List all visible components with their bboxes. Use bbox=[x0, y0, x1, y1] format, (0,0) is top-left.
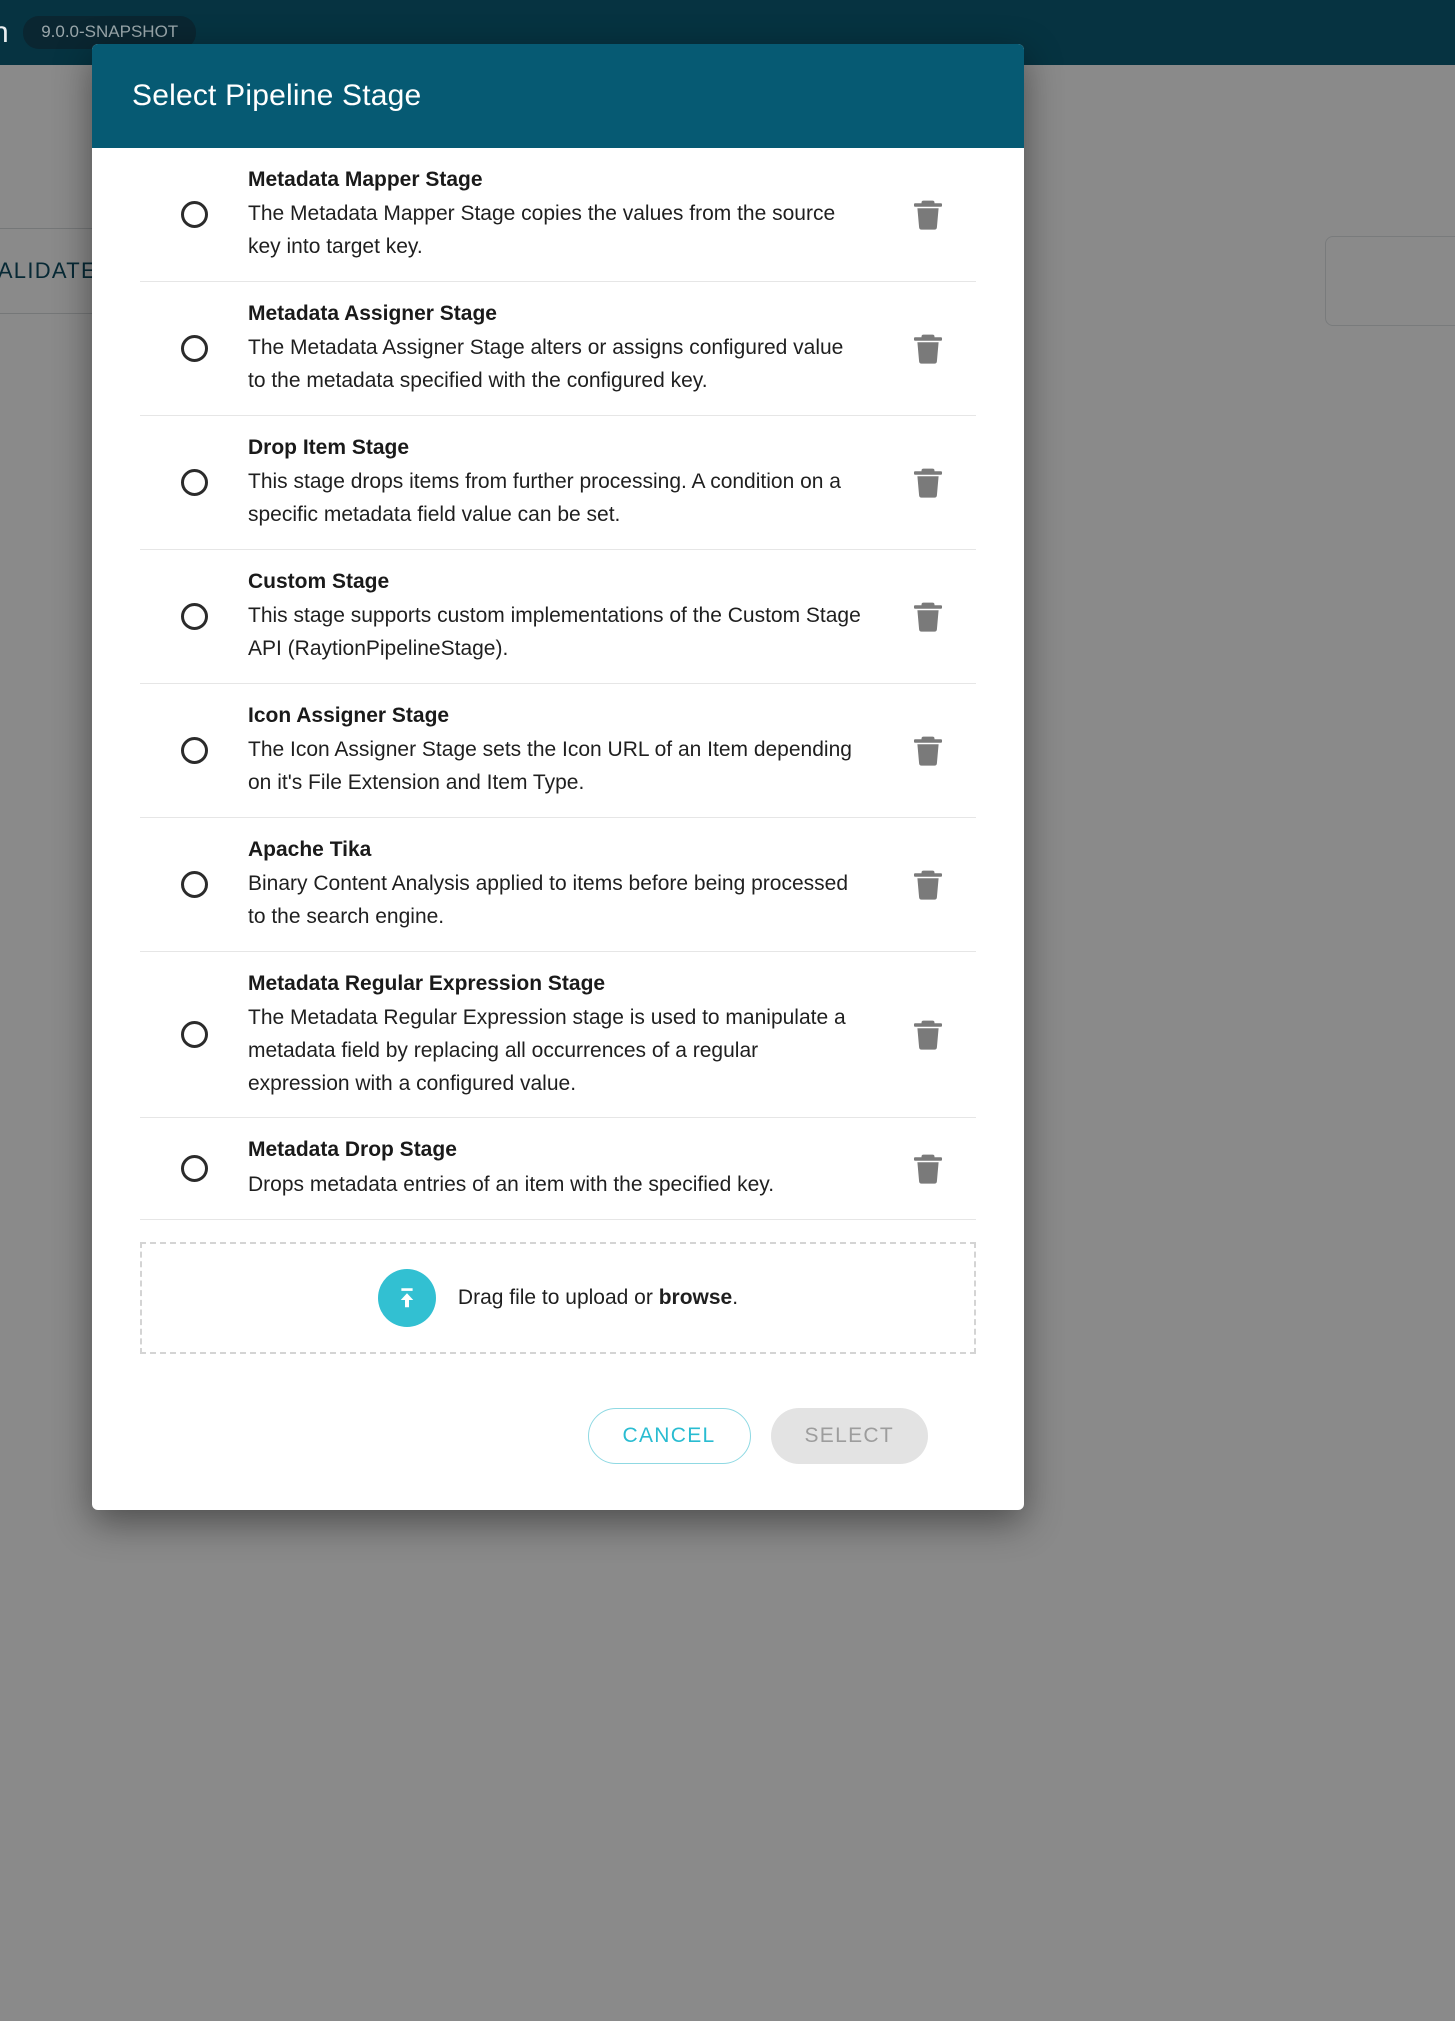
radio-metadata-mapper-stage[interactable] bbox=[180, 200, 208, 228]
stage-text-cell: Icon Assigner Stage The Icon Assigner Sta… bbox=[248, 701, 880, 800]
delete-apache-tika[interactable] bbox=[880, 868, 976, 901]
pipeline-stage-list: Metadata Mapper Stage The Metadata Mapper… bbox=[92, 148, 1024, 1220]
upload-arrow-icon bbox=[377, 1268, 436, 1327]
delete-metadata-drop-stage[interactable] bbox=[880, 1152, 976, 1185]
stage-title: Icon Assigner Stage bbox=[248, 703, 450, 727]
delete-drop-item-stage[interactable] bbox=[880, 466, 976, 499]
trash-icon bbox=[914, 1154, 942, 1184]
dialog-title: Select Pipeline Stage bbox=[132, 79, 422, 112]
stage-title: Apache Tika bbox=[248, 837, 372, 861]
radio-metadata-drop-stage[interactable] bbox=[180, 1154, 208, 1182]
dialog-body: Metadata Mapper Stage The Metadata Mapper… bbox=[92, 148, 1024, 1370]
stage-title: Metadata Regular Expression Stage bbox=[248, 971, 606, 995]
radio-cell[interactable] bbox=[140, 736, 248, 764]
stage-row[interactable]: Metadata Assigner Stage The Metadata Assi… bbox=[140, 282, 976, 416]
radio-drop-item-stage[interactable] bbox=[180, 468, 208, 496]
trash-icon bbox=[914, 736, 942, 766]
delete-custom-stage[interactable] bbox=[880, 600, 976, 633]
radio-cell[interactable] bbox=[140, 870, 248, 898]
select-pipeline-stage-dialog: Select Pipeline Stage Metadata Mapper St… bbox=[92, 44, 1024, 1510]
stage-text-cell: Drop Item Stage This stage drops items fr… bbox=[248, 433, 880, 532]
cancel-button[interactable]: CANCEL bbox=[587, 1408, 751, 1464]
stage-description: The Metadata Mapper Stage copies the val… bbox=[248, 202, 836, 259]
dialog-footer: CANCEL SELECT bbox=[92, 1370, 1024, 1510]
dropzone-browse-link[interactable]: browse bbox=[659, 1286, 733, 1309]
file-dropzone[interactable]: Drag file to upload or browse. bbox=[140, 1241, 976, 1354]
brand-logo-text: n bbox=[0, 15, 10, 49]
trash-icon bbox=[914, 1020, 942, 1050]
stage-text-cell: Metadata Assigner Stage The Metadata Assi… bbox=[248, 299, 880, 398]
dropzone-label: Drag file to upload or browse. bbox=[458, 1286, 738, 1310]
delete-icon-assigner-stage[interactable] bbox=[880, 734, 976, 767]
stage-row[interactable]: Metadata Mapper Stage The Metadata Mapper… bbox=[140, 148, 976, 282]
stage-text-cell: Custom Stage This stage supports custom i… bbox=[248, 567, 880, 666]
radio-custom-stage[interactable] bbox=[180, 602, 208, 630]
dialog-header: Select Pipeline Stage bbox=[92, 44, 1024, 148]
radio-cell[interactable] bbox=[140, 468, 248, 496]
stage-row[interactable]: Drop Item Stage This stage drops items fr… bbox=[140, 416, 976, 550]
radio-cell[interactable] bbox=[140, 602, 248, 630]
radio-cell[interactable] bbox=[140, 1154, 248, 1182]
stage-title: Metadata Drop Stage bbox=[248, 1138, 457, 1162]
stage-text-cell: Metadata Mapper Stage The Metadata Mapper… bbox=[248, 165, 880, 264]
radio-metadata-assigner-stage[interactable] bbox=[180, 334, 208, 362]
stage-description: The Icon Assigner Stage sets the Icon UR… bbox=[248, 738, 852, 794]
trash-icon bbox=[914, 468, 942, 498]
stage-description: The Metadata Regular Expression stage is… bbox=[248, 1006, 846, 1095]
select-button[interactable]: SELECT bbox=[770, 1408, 928, 1464]
radio-cell[interactable] bbox=[140, 200, 248, 228]
dropzone-text-before: Drag file to upload or bbox=[457, 1285, 659, 1309]
stage-text-cell: Apache Tika Binary Content Analysis appli… bbox=[248, 835, 880, 934]
radio-metadata-regular-expression-stage[interactable] bbox=[180, 1020, 208, 1048]
stage-row[interactable]: Custom Stage This stage supports custom i… bbox=[140, 550, 976, 684]
stage-row[interactable]: Metadata Regular Expression Stage The Met… bbox=[140, 952, 976, 1119]
delete-metadata-regular-expression-stage[interactable] bbox=[880, 1018, 976, 1051]
radio-cell[interactable] bbox=[140, 334, 248, 362]
radio-icon-assigner-stage[interactable] bbox=[180, 736, 208, 764]
trash-icon bbox=[914, 334, 942, 364]
trash-icon bbox=[914, 602, 942, 632]
stage-title: Metadata Mapper Stage bbox=[248, 168, 483, 191]
stage-description: Drops metadata entries of an item with t… bbox=[248, 1172, 775, 1196]
delete-metadata-assigner-stage[interactable] bbox=[880, 332, 976, 365]
stage-title: Custom Stage bbox=[248, 569, 390, 593]
dropzone-text-after: . bbox=[732, 1285, 739, 1309]
dropzone-wrapper: Drag file to upload or browse. bbox=[92, 1220, 1024, 1354]
stage-row[interactable]: Apache Tika Binary Content Analysis appli… bbox=[140, 818, 976, 952]
stage-row[interactable]: Metadata Drop Stage Drops metadata entrie… bbox=[140, 1118, 976, 1220]
stage-text-cell: Metadata Regular Expression Stage The Met… bbox=[248, 969, 880, 1101]
radio-apache-tika[interactable] bbox=[180, 870, 208, 898]
stage-title: Drop Item Stage bbox=[248, 435, 410, 459]
trash-icon bbox=[914, 200, 942, 230]
radio-cell[interactable] bbox=[140, 1020, 248, 1048]
stage-description: This stage supports custom implementatio… bbox=[248, 604, 861, 660]
stage-text-cell: Metadata Drop Stage Drops metadata entrie… bbox=[248, 1135, 880, 1201]
delete-metadata-mapper-stage[interactable] bbox=[880, 198, 976, 231]
trash-icon bbox=[914, 870, 942, 900]
stage-row[interactable]: Icon Assigner Stage The Icon Assigner Sta… bbox=[140, 684, 976, 818]
stage-description: Binary Content Analysis applied to items… bbox=[248, 872, 849, 928]
stage-description: The Metadata Assigner Stage alters or as… bbox=[248, 336, 844, 393]
stage-title: Metadata Assigner Stage bbox=[248, 301, 497, 325]
stage-description: This stage drops items from further proc… bbox=[248, 470, 841, 527]
